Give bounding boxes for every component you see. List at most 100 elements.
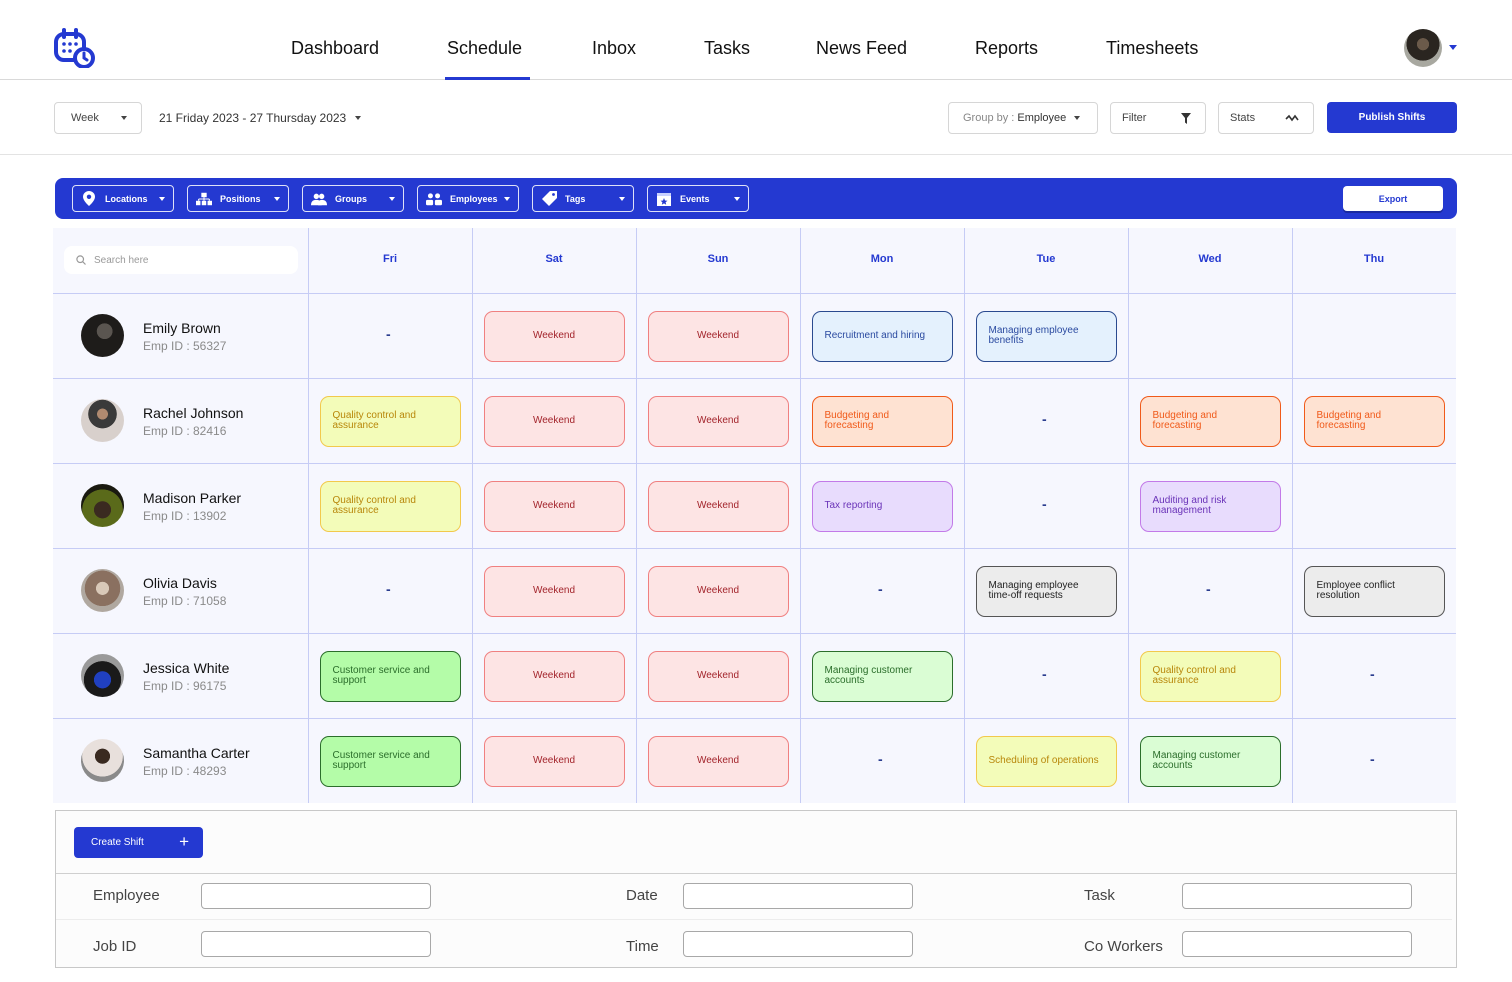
stats-button[interactable]: Stats	[1218, 102, 1314, 134]
employee-id: Emp ID : 56327	[143, 338, 227, 353]
employee-field[interactable]	[201, 883, 431, 909]
shift-label: Weekend	[532, 670, 576, 681]
employee-name[interactable]: Madison Parker	[143, 490, 241, 506]
nav-timesheets[interactable]: Timesheets	[1106, 38, 1198, 59]
day-header-sun[interactable]: Sun	[636, 253, 800, 265]
task-field[interactable]	[1182, 883, 1412, 909]
user-menu-chevron-down-icon[interactable]	[1449, 45, 1457, 50]
shift-card[interactable]: Customer service and support	[319, 735, 461, 787]
avatar[interactable]	[81, 483, 124, 527]
shift-card[interactable]: Managing customer accounts	[1139, 735, 1281, 787]
weekend-shift[interactable]: Weekend	[483, 565, 625, 617]
nav-news-feed[interactable]: News Feed	[816, 38, 907, 59]
view-select[interactable]: Week	[54, 102, 142, 134]
weekend-shift[interactable]: Weekend	[483, 735, 625, 787]
task-label: Task	[1084, 887, 1115, 904]
co-workers-field[interactable]	[1182, 931, 1412, 957]
shift-label: Weekend	[696, 415, 740, 426]
shift-label: Customer service and support	[332, 750, 430, 771]
groups-filter[interactable]: Groups	[302, 185, 404, 212]
group-by-select[interactable]: Group by : Employee	[948, 102, 1098, 134]
weekend-shift[interactable]: Weekend	[483, 480, 625, 532]
employee-name[interactable]: Emily Brown	[143, 320, 221, 336]
shift-card[interactable]: Quality control and assurance	[319, 480, 461, 532]
weekend-shift[interactable]: Weekend	[647, 735, 789, 787]
day-header-wed[interactable]: Wed	[1128, 253, 1292, 265]
tag-icon	[541, 191, 557, 207]
shift-card[interactable]: Budgeting and forecasting	[1139, 395, 1281, 447]
shift-card[interactable]: Quality control and assurance	[319, 395, 461, 447]
shift-label: Weekend	[532, 755, 576, 766]
employee-id: Emp ID : 13902	[143, 508, 227, 523]
avatar[interactable]	[81, 568, 124, 612]
positions-filter[interactable]: Positions	[187, 185, 289, 212]
shift-card[interactable]: Employee conflict resolution	[1303, 565, 1445, 617]
job-id-field[interactable]	[201, 931, 431, 957]
date-range-select[interactable]: 21 Friday 2023 - 27 Thursday 2023	[159, 111, 362, 125]
shift-card[interactable]: Tax reporting	[811, 480, 953, 532]
shift-label: Managing employee benefits	[988, 325, 1079, 346]
nav-inbox[interactable]: Inbox	[592, 38, 636, 59]
nav-dashboard[interactable]: Dashboard	[291, 38, 379, 59]
shift-card[interactable]: Managing employee benefits	[975, 310, 1117, 362]
avatar[interactable]	[81, 653, 124, 697]
shift-label: Quality control and assurance	[1152, 665, 1236, 686]
events-filter[interactable]: Events	[647, 185, 749, 212]
table-row: Samantha Carter Emp ID : 48293 Customer se…	[53, 718, 1456, 803]
day-header-tue[interactable]: Tue	[964, 253, 1128, 265]
org-chart-icon	[196, 191, 212, 207]
avatar[interactable]	[81, 313, 124, 357]
export-button[interactable]: Export	[1343, 186, 1443, 211]
divider	[56, 919, 1452, 920]
day-header-fri[interactable]: Fri	[308, 253, 472, 265]
locations-filter[interactable]: Locations	[72, 185, 174, 212]
shift-card[interactable]: Quality control and assurance	[1139, 650, 1281, 702]
calendar-clock-logo-icon[interactable]	[53, 28, 95, 68]
weekend-shift[interactable]: Weekend	[483, 310, 625, 362]
shift-card[interactable]: Managing employee time-off requests	[975, 565, 1117, 617]
employee-id: Emp ID : 82416	[143, 423, 227, 438]
weekend-shift[interactable]: Weekend	[647, 650, 789, 702]
shift-card[interactable]: Budgeting and forecasting	[811, 395, 953, 447]
tags-filter[interactable]: Tags	[532, 185, 634, 212]
shift-label: Weekend	[696, 585, 740, 596]
nav-reports[interactable]: Reports	[975, 38, 1038, 59]
location-pin-icon	[81, 191, 97, 207]
weekend-shift[interactable]: Weekend	[647, 480, 789, 532]
schedule-grid: Search here Fri Sat Sun Mon Tue Wed Thu Emily B…	[53, 228, 1456, 803]
filter-button[interactable]: Filter	[1110, 102, 1206, 134]
weekend-shift[interactable]: Weekend	[483, 395, 625, 447]
day-header-thu[interactable]: Thu	[1292, 253, 1456, 265]
shift-card[interactable]: Managing customer accounts	[811, 650, 953, 702]
weekend-shift[interactable]: Weekend	[647, 565, 789, 617]
employee-name[interactable]: Jessica White	[143, 660, 229, 676]
weekend-shift[interactable]: Weekend	[647, 310, 789, 362]
nav-schedule[interactable]: Schedule	[447, 38, 522, 59]
co-workers-label: Co Workers	[1084, 938, 1163, 955]
employee-search-input[interactable]: Search here	[64, 246, 298, 274]
day-header-mon[interactable]: Mon	[800, 253, 964, 265]
employee-name[interactable]: Olivia Davis	[143, 575, 217, 591]
avatar[interactable]	[81, 398, 124, 442]
shift-card[interactable]: Customer service and support	[319, 650, 461, 702]
nav-tasks[interactable]: Tasks	[704, 38, 750, 59]
shift-card[interactable]: Recruitment and hiring	[811, 310, 953, 362]
employees-filter[interactable]: Employees	[417, 185, 519, 212]
date-field[interactable]	[683, 883, 913, 909]
publish-shifts-button[interactable]: Publish Shifts	[1327, 102, 1457, 133]
day-header-sat[interactable]: Sat	[472, 253, 636, 265]
job-id-label: Job ID	[93, 938, 137, 955]
shift-card[interactable]: Auditing and risk management	[1139, 480, 1281, 532]
shift-card[interactable]: Scheduling of operations	[975, 735, 1117, 787]
create-shift-button[interactable]: Create Shift +	[74, 827, 203, 858]
avatar[interactable]	[81, 738, 124, 782]
weekend-shift[interactable]: Weekend	[483, 650, 625, 702]
user-avatar[interactable]	[1404, 29, 1442, 67]
table-row: Jessica White Emp ID : 96175 Customer serv…	[53, 633, 1456, 718]
weekend-shift[interactable]: Weekend	[647, 395, 789, 447]
time-field[interactable]	[683, 931, 913, 957]
shift-label: Tax reporting	[824, 500, 883, 511]
employee-name[interactable]: Samantha Carter	[143, 745, 250, 761]
shift-card[interactable]: Budgeting and forecasting	[1303, 395, 1445, 447]
employee-name[interactable]: Rachel Johnson	[143, 405, 243, 421]
